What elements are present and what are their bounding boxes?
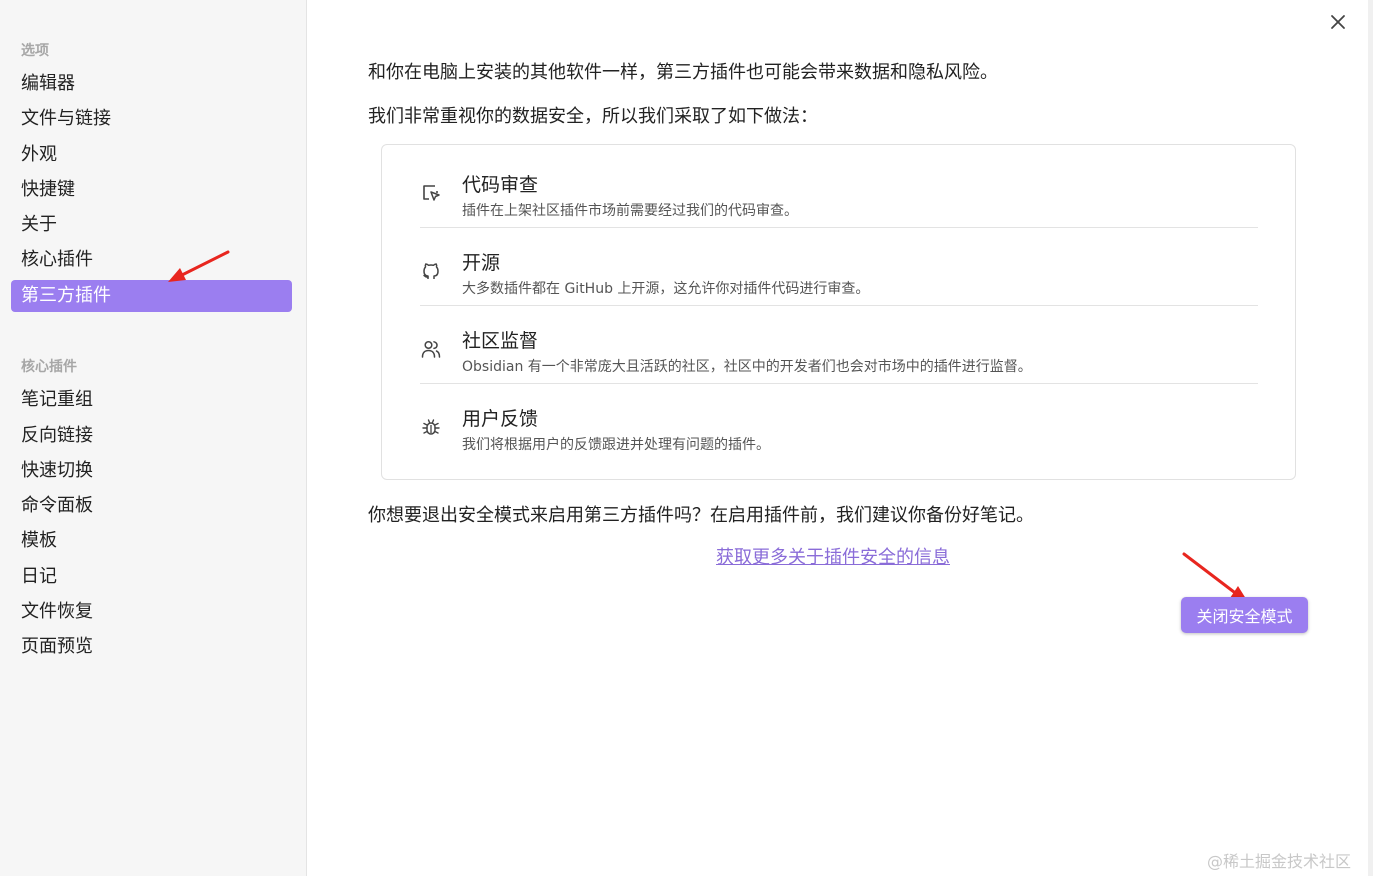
sidebar-section-core-plugins: 核心插件 — [21, 359, 77, 375]
sidebar-item-appearance[interactable]: 外观 — [11, 139, 292, 171]
security-measures-card: 代码审查 插件在上架社区插件市场前需要经过我们的代码审查。 开源 大多数插件都在… — [381, 144, 1296, 480]
measure-desc: Obsidian 有一个非常庞大且活跃的社区，社区中的开发者们也会对市场中的插件… — [462, 359, 1032, 375]
sidebar-item-files-links[interactable]: 文件与链接 — [11, 103, 292, 135]
intro-text-1: 和你在电脑上安装的其他软件一样，第三方插件也可能会带来数据和隐私风险。 — [368, 62, 998, 83]
measure-desc: 大多数插件都在 GitHub 上开源，这允许你对插件代码进行审查。 — [462, 281, 870, 297]
scrollbar[interactable] — [1368, 0, 1373, 876]
measure-item-open-source: 开源 大多数插件都在 GitHub 上开源，这允许你对插件代码进行审查。 — [420, 228, 1258, 306]
sidebar-item-note-composer[interactable]: 笔记重组 — [11, 384, 292, 416]
sidebar-item-templates[interactable]: 模板 — [11, 525, 292, 557]
measure-title: 代码审查 — [462, 174, 539, 196]
settings-window: 选项 编辑器 文件与链接 外观 快捷键 关于 核心插件 第三方插件 核心插件 笔… — [0, 0, 1373, 876]
settings-sidebar: 选项 编辑器 文件与链接 外观 快捷键 关于 核心插件 第三方插件 核心插件 笔… — [0, 0, 307, 876]
measure-title: 开源 — [462, 252, 501, 274]
code-review-icon — [423, 185, 440, 201]
users-icon — [421, 340, 441, 358]
sidebar-item-hotkeys[interactable]: 快捷键 — [11, 174, 292, 206]
sidebar-item-quick-switcher[interactable]: 快速切换 — [11, 455, 292, 487]
intro-text-2: 我们非常重视你的数据安全，所以我们采取了如下做法： — [368, 106, 818, 127]
github-icon — [423, 263, 439, 279]
turn-off-safe-mode-button[interactable]: 关闭安全模式 — [1181, 597, 1308, 633]
measure-desc: 我们将根据用户的反馈跟进并处理有问题的插件。 — [462, 437, 770, 453]
close-icon[interactable] — [1326, 10, 1350, 34]
measure-title: 社区监督 — [462, 330, 539, 352]
sidebar-item-file-recovery[interactable]: 文件恢复 — [11, 596, 292, 628]
sidebar-item-community-plugins[interactable]: 第三方插件 — [11, 280, 292, 312]
measure-item-code-review: 代码审查 插件在上架社区插件市场前需要经过我们的代码审查。 — [420, 150, 1258, 228]
safe-mode-question: 你想要退出安全模式来启用第三方插件吗？在启用插件前，我们建议你备份好笔记。 — [368, 505, 1034, 526]
sidebar-item-page-preview[interactable]: 页面预览 — [11, 631, 292, 663]
measure-desc: 插件在上架社区插件市场前需要经过我们的代码审查。 — [462, 203, 798, 219]
learn-more-link[interactable]: 获取更多关于插件安全的信息 — [716, 543, 950, 569]
sidebar-item-command-palette[interactable]: 命令面板 — [11, 490, 292, 522]
sidebar-section-options: 选项 — [21, 43, 49, 59]
sidebar-item-editor[interactable]: 编辑器 — [11, 68, 292, 100]
measure-item-feedback: 用户反馈 我们将根据用户的反馈跟进并处理有问题的插件。 — [420, 384, 1258, 462]
bug-icon — [422, 419, 440, 435]
sidebar-item-core-plugins[interactable]: 核心插件 — [11, 244, 292, 276]
watermark: @稀土掘金技术社区 — [1207, 852, 1352, 871]
measure-title: 用户反馈 — [462, 408, 539, 430]
sidebar-item-backlinks[interactable]: 反向链接 — [11, 420, 292, 452]
sidebar-item-daily-notes[interactable]: 日记 — [11, 561, 292, 593]
measure-item-community: 社区监督 Obsidian 有一个非常庞大且活跃的社区，社区中的开发者们也会对市… — [420, 306, 1258, 384]
sidebar-item-about[interactable]: 关于 — [11, 209, 292, 241]
